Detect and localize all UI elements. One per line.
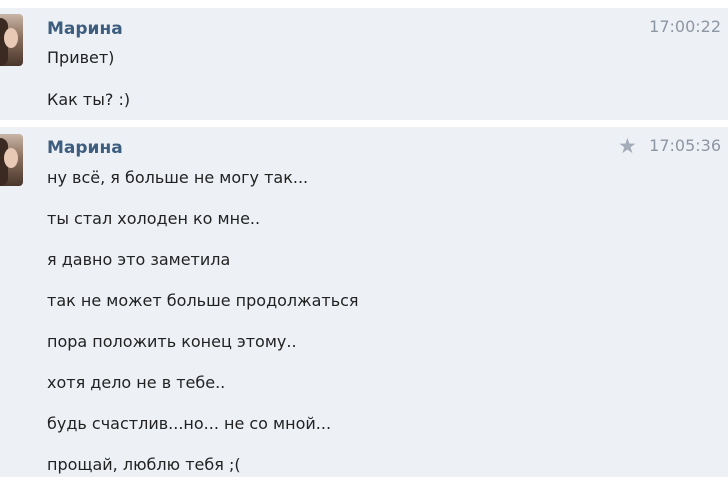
message-text: Привет)	[47, 48, 115, 67]
message-text: прощай, люблю тебя ;(	[47, 455, 241, 474]
star-icon[interactable]: ★	[618, 136, 637, 157]
message-text: я давно это заметила	[47, 250, 231, 269]
message-time[interactable]: 17:05:36	[649, 136, 721, 156]
message-text: хотя дело не в тебе..	[47, 373, 226, 392]
message-author[interactable]: Марина	[47, 19, 123, 39]
message-author[interactable]: Марина	[47, 138, 123, 158]
avatar[interactable]	[0, 14, 23, 66]
message-text: будь счастлив...но... не со мной...	[47, 414, 332, 433]
message-text: ну всё, я больше не могу так...	[47, 168, 309, 187]
message-text: ты стал холоден ко мне..	[47, 209, 261, 228]
message-text: пора положить конец этому..	[47, 332, 297, 351]
avatar[interactable]	[0, 134, 23, 186]
message-text: так не может больше продолжаться	[47, 291, 359, 310]
message-time[interactable]: 17:00:22	[649, 17, 721, 37]
message-group: Марина ★ 17:05:36 ну всё, я больше не мо…	[0, 127, 728, 477]
message-group: Марина 17:00:22 Привет) Как ты? :)	[0, 8, 728, 120]
message-text: Как ты? :)	[47, 90, 131, 109]
